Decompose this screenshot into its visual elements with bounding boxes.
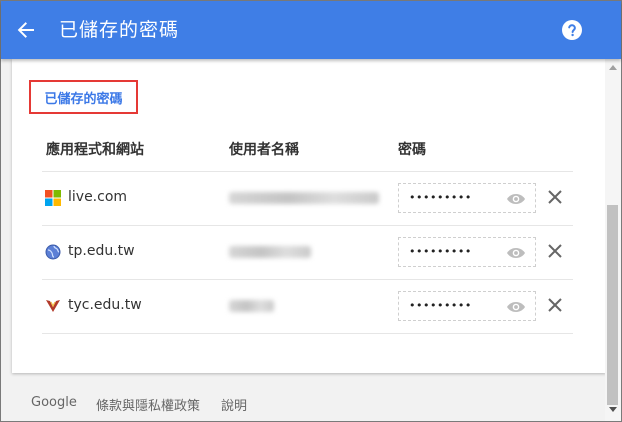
scrollbar-thumb[interactable]: [607, 205, 618, 405]
site-name[interactable]: tp.edu.tw: [68, 243, 135, 259]
tyc-logo-icon: [45, 298, 61, 314]
delete-icon[interactable]: [547, 243, 563, 259]
password-field[interactable]: •••••••••: [398, 183, 536, 213]
username-blurred: [229, 246, 311, 258]
eye-icon[interactable]: [506, 245, 526, 261]
scroll-up-arrow-icon[interactable]: [609, 65, 617, 70]
username-blurred: [229, 300, 274, 312]
site-name[interactable]: live.com: [68, 189, 127, 205]
password-mask: •••••••••: [409, 245, 472, 258]
delete-icon[interactable]: [547, 297, 563, 313]
microsoft-logo-icon: [45, 190, 61, 206]
passwords-card: 已儲存的密碼 應用程式和網站 使用者名稱 密碼 live.com •••••••…: [12, 59, 606, 373]
vertical-scrollbar[interactable]: [605, 59, 621, 421]
eye-icon[interactable]: [506, 191, 526, 207]
app-header: 已儲存的密碼: [1, 1, 621, 59]
password-field[interactable]: •••••••••: [398, 237, 536, 267]
footer-link-google[interactable]: Google: [31, 395, 77, 410]
delete-icon[interactable]: [547, 189, 563, 205]
column-header-username: 使用者名稱: [229, 142, 299, 158]
table-row: tyc.edu.tw •••••••••: [42, 279, 573, 334]
eye-icon[interactable]: [506, 299, 526, 315]
password-mask: •••••••••: [409, 191, 472, 204]
password-field[interactable]: •••••••••: [398, 291, 536, 321]
page-title: 已儲存的密碼: [59, 19, 180, 41]
footer-link-help[interactable]: 說明: [221, 395, 247, 414]
footer-link-terms-privacy[interactable]: 條款與隱私權政策: [96, 395, 200, 414]
table-row: live.com •••••••••: [42, 171, 573, 225]
globe-icon: [45, 244, 61, 260]
back-arrow-icon[interactable]: [13, 17, 39, 43]
column-header-site: 應用程式和網站: [46, 142, 144, 158]
help-icon[interactable]: [561, 19, 583, 41]
scroll-down-arrow-icon[interactable]: [609, 407, 617, 412]
column-header-password: 密碼: [398, 142, 426, 158]
table-row: tp.edu.tw •••••••••: [42, 225, 573, 279]
saved-passwords-link[interactable]: 已儲存的密碼: [29, 80, 138, 114]
footer: Google 條款與隱私權政策 說明: [1, 393, 605, 415]
password-mask: •••••••••: [409, 299, 472, 312]
username-blurred: [229, 192, 379, 204]
site-name[interactable]: tyc.edu.tw: [68, 297, 142, 313]
